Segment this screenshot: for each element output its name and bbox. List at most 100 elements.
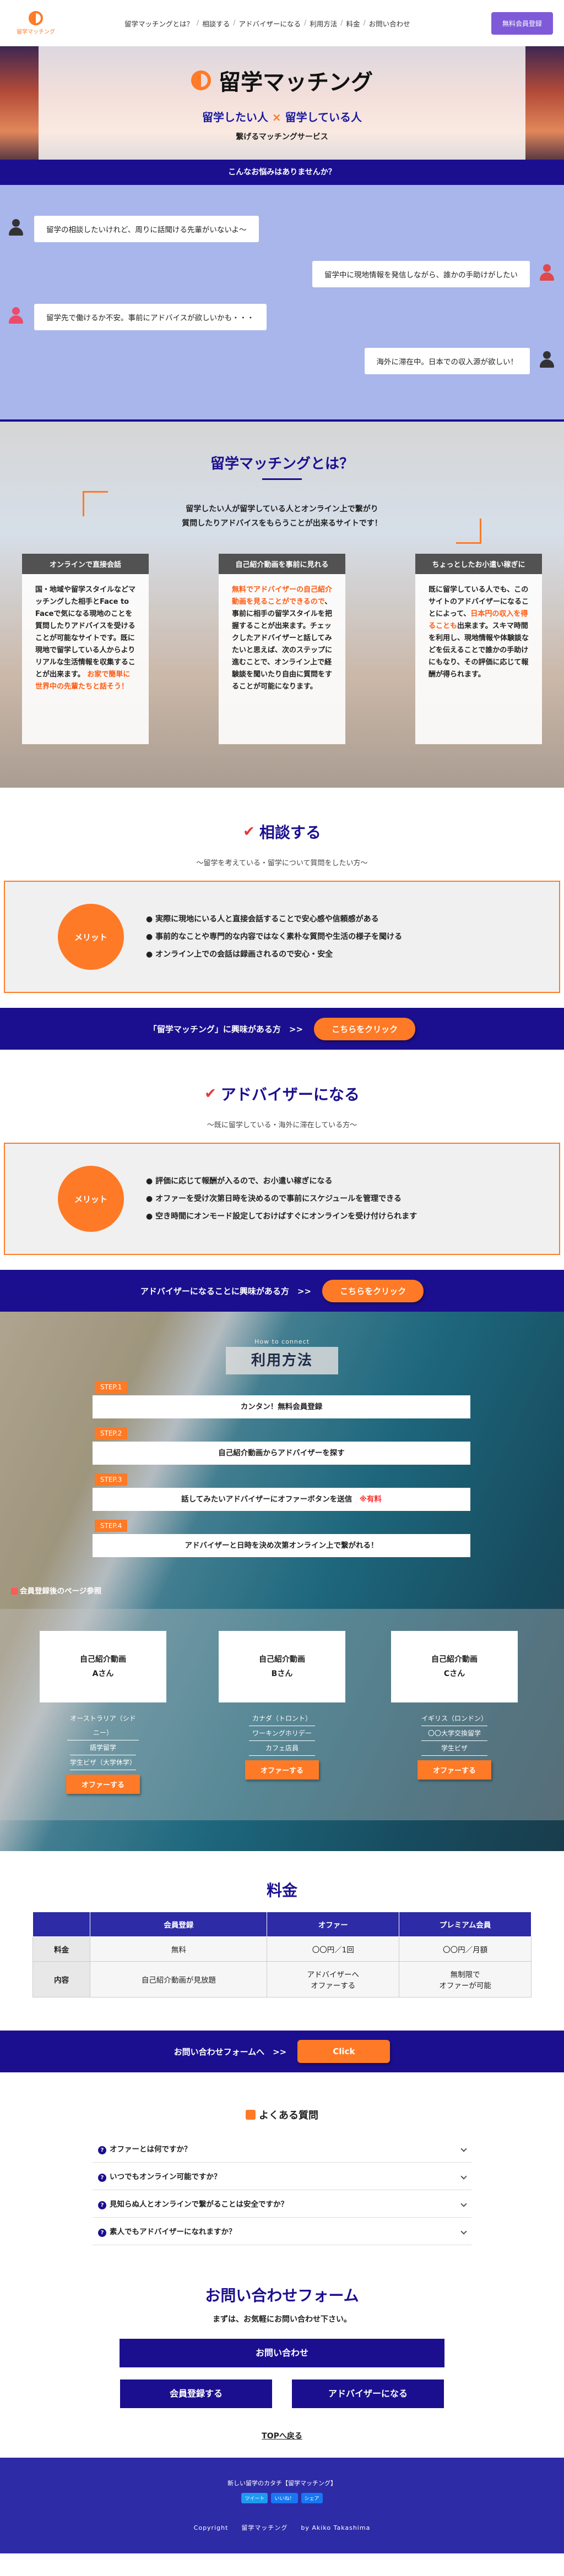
feature-card-income: ちょっとしたお小遣い稼ぎに 既に留学している人でも、このサイトのアドバイザーにな… <box>415 554 542 744</box>
nav-item-contact[interactable]: お問い合わせ <box>366 18 414 29</box>
video-label: 自己紹介動画 <box>259 1655 305 1664</box>
title-underline <box>262 478 302 480</box>
step-box: 自己紹介動画からアドバイザーを探す <box>93 1442 470 1465</box>
feature-card-online: オンラインで直接会話 国・地域や留学スタイルなどマッチングした相手とFace t… <box>22 554 149 744</box>
step-tag: STEP.3 <box>95 1473 128 1486</box>
nav-item-about[interactable]: 留学マッチングとは？ <box>121 18 197 29</box>
faq-section: よくある質問 ? オファーとは何ですか？ ? いつでもオンライン可能ですか？ ? 見知… <box>0 2072 564 2245</box>
intro-video-thumbnail[interactable]: 自己紹介動画 Aさん <box>40 1631 166 1702</box>
contact-button[interactable]: お問い合わせ <box>120 2339 444 2367</box>
faq-question: オファーとは何ですか？ <box>110 2145 192 2154</box>
site-logo[interactable]: 留学マッチング <box>11 11 61 35</box>
merit-item-text: オンライン上での会話は録画されるので安心・安全 <box>155 950 333 959</box>
advisor-merit-box: メリット ● 評価に応じて報酬が入るので、お小遣い稼ぎになる ● オファーを受け… <box>4 1143 560 1255</box>
person-icon <box>540 264 554 282</box>
merit-label: メリット <box>58 1166 124 1232</box>
footer-tagline: 新しい留学のカタチ【留学マッチング】 <box>227 2480 337 2487</box>
intro-video-thumbnail[interactable]: 自己紹介動画 Cさん <box>391 1631 518 1702</box>
faq-item[interactable]: ? いつでもオンライン可能ですか？ <box>93 2163 471 2190</box>
hero-section: 留学マッチング 留学したい人 × 留学している人 繋げるマッチングサービス <box>0 46 564 160</box>
step-box: アドバイザーと日時を決め次第オンライン上で繋がれる！ <box>93 1534 470 1557</box>
hero-box: 留学マッチング 留学したい人 × 留学している人 繋げるマッチングサービス <box>39 46 525 160</box>
question-icon: ? <box>98 2146 106 2154</box>
worries-section: 留学の相談したいけれど、周りに話聞ける先輩がいないよ～ 留学中に現地情報を発信し… <box>0 185 564 422</box>
offer-button[interactable]: オファーする <box>66 1775 140 1794</box>
contact-title: お問い合わせフォーム <box>205 2286 359 2305</box>
merit-item-text: 空き時間にオンモード設定しておけばすぐにオンラインを受け付けられます <box>155 1212 417 1221</box>
nav-item-advisor[interactable]: アドバイザーになる <box>235 18 304 29</box>
offer-button[interactable]: オファーする <box>245 1760 319 1780</box>
table-cell: 自己紹介動画が見放題 <box>90 1961 268 1998</box>
advisor-name: Bさん <box>271 1669 293 1678</box>
price-section: 料金 会員登録 オファー プレミアム会員 料金 無料 〇〇円／1回 〇〇円／月額… <box>0 1851 564 2031</box>
usage-section: How to connect 利用方法 STEP.1 カンタン！無料会員登録 S… <box>0 1312 564 1851</box>
contact-click-button[interactable]: Click <box>297 2040 391 2063</box>
worries-heading-band: こんなお悩みはありませんか？ <box>0 160 564 201</box>
worry-bubble-2: 留学中に現地情報を発信しながら、誰かの手助けがしたい <box>312 261 530 287</box>
table-cell: 〇〇円／1回 <box>267 1936 400 1962</box>
table-cell: 内容 <box>32 1961 91 1998</box>
copyright: Copyright 留学マッチング by Akiko Takashima <box>193 2524 371 2531</box>
hero-subtitle: 留学したい人 × 留学している人 <box>202 108 362 124</box>
hero-sub-left: 留学したい人 <box>202 110 268 124</box>
table-cell: 無制限で オファーが可能 <box>399 1961 532 1998</box>
table-row: 料金 無料 〇〇円／1回 〇〇円／月額 <box>32 1936 532 1962</box>
register-member-button[interactable]: 会員登録する <box>120 2379 272 2408</box>
faq-item[interactable]: ? 素人でもアドバイザーになれますか？ <box>93 2218 471 2245</box>
back-to-top-link[interactable]: TOPへ戻る <box>0 2430 564 2441</box>
merit-item-text: 実際に現地にいる人と直接会話することで安心感や信頼感がある <box>155 915 379 924</box>
nav-item-usage[interactable]: 利用方法 <box>306 18 340 29</box>
whatis-section: 留学マッチングとは？ 留学したい人が留学している人とオンライン上で繋がり 質問し… <box>0 422 564 788</box>
share-button[interactable]: シェア <box>301 2493 323 2503</box>
merit-item: ● 空き時間にオンモード設定しておけばすぐにオンラインを受け付けられます <box>146 1212 417 1221</box>
merit-item: ● オファーを受け次第日時を決めるので事前にスケジュールを管理できる <box>146 1194 402 1203</box>
advisor-country: カナダ（トロント） <box>249 1711 315 1726</box>
contact-description: まずは、お気軽にお問い合わせ下さい。 <box>213 2315 351 2324</box>
question-icon: ? <box>98 2174 106 2182</box>
chevron-down-icon <box>460 2228 467 2235</box>
hero-sub-right: 留学している人 <box>285 110 362 124</box>
table-header: 会員登録 <box>90 1912 268 1937</box>
advisor-section: ✔ アドバイザーになる ～既に留学している・海外に滞在している方～ メリット ●… <box>0 1050 564 1270</box>
social-buttons: ツイート いいね！ シェア <box>0 2493 564 2503</box>
table-row: 内容 自己紹介動画が見放題 アドバイザーへ オファーする 無制限で オファーが可… <box>32 1961 532 1998</box>
consult-cta-button[interactable]: こちらをクリック <box>314 1017 416 1040</box>
table-cell: 〇〇円／月額 <box>399 1936 532 1962</box>
consult-cta-band: 「留学マッチング」に興味がある方 >> こちらをクリック <box>0 1008 564 1050</box>
faq-question: いつでもオンライン可能ですか？ <box>110 2173 221 2181</box>
chevron-down-icon <box>460 2173 467 2180</box>
step-tag: STEP.4 <box>95 1520 128 1532</box>
offer-button[interactable]: オファーする <box>417 1760 491 1780</box>
site-footer: 新しい留学のカタチ【留学マッチング】 ツイート いいね！ シェア Copyrig… <box>0 2458 564 2553</box>
faq-item[interactable]: ? 見知らぬ人とオンラインで繋がることは安全ですか？ <box>93 2190 471 2218</box>
card-text: 出来ます。スキマ時間を利用し、現地情報や体験談などを伝えることで誰かの手助けにも… <box>429 622 529 679</box>
become-advisor-button[interactable]: アドバイザーになる <box>292 2379 444 2408</box>
contact-cta-text: お問い合わせフォームへ >> <box>173 2046 287 2057</box>
advisor-cta-band: アドバイザーになることに興味がある方 >> こちらをクリック <box>0 1270 564 1312</box>
table-header: プレミアム会員 <box>399 1912 532 1937</box>
register-button[interactable]: 無料会員登録 <box>491 12 553 35</box>
faq-item[interactable]: ? オファーとは何ですか？ <box>93 2135 471 2163</box>
nav-item-price[interactable]: 料金 <box>343 18 363 29</box>
hero-tagline: 繋げるマッチングサービス <box>236 132 328 141</box>
faq-question: 見知らぬ人とオンラインで繋がることは安全ですか？ <box>110 2200 288 2209</box>
question-icon: ? <box>98 2229 106 2237</box>
step-text: アドバイザーと日時を決め次第オンライン上で繋がれる！ <box>185 1541 378 1550</box>
corner-bracket-icon <box>456 519 481 544</box>
advisor-cta-button[interactable]: こちらをクリック <box>322 1279 424 1302</box>
hero-title-text: 留学マッチング <box>219 69 373 95</box>
nav-item-consult[interactable]: 相談する <box>199 18 233 29</box>
logo-text: 留学マッチング <box>17 29 55 35</box>
worry-bubble-1: 留学の相談したいけれど、周りに話聞ける先輩がいないよ～ <box>34 216 259 242</box>
intro-video-thumbnail[interactable]: 自己紹介動画 Bさん <box>219 1631 345 1702</box>
chevron-down-icon <box>460 2145 467 2152</box>
step-tag: STEP.1 <box>95 1381 128 1393</box>
advisor-style: 〇〇大学交換留学 <box>421 1726 487 1741</box>
video-label: 自己紹介動画 <box>80 1655 126 1664</box>
like-button[interactable]: いいね！ <box>271 2493 298 2503</box>
advisor-country: イギリス（ロンドン） <box>421 1711 487 1726</box>
merit-list: ● 評価に応じて報酬が入るので、お小遣い稼ぎになる ● オファーを受け次第日時を… <box>146 1172 417 1225</box>
advisor-cta-text: アドバイザーになることに興味がある方 >> <box>140 1286 312 1296</box>
tweet-button[interactable]: ツイート <box>241 2493 268 2503</box>
merit-item: ● 事前的なことや専門的な内容ではなく素朴な質問や生活の様子を聞ける <box>146 932 403 941</box>
